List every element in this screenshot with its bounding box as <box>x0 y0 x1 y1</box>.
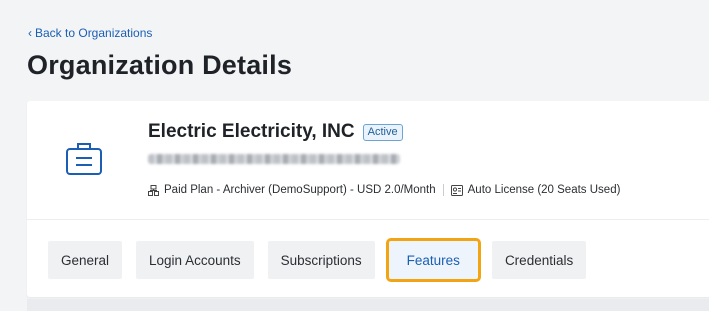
page: ‹ Back to Organizations Organization Det… <box>0 0 709 311</box>
organization-card: Electric Electricity, INC Active Paid Pl… <box>27 101 709 297</box>
license-label: Auto License (20 Seats Used) <box>467 184 621 196</box>
status-badge: Active <box>362 123 403 141</box>
tab-features[interactable]: Features <box>385 238 481 282</box>
tab-subscriptions[interactable]: Subscriptions <box>267 241 375 279</box>
organization-name: Electric Electricity, INC <box>148 121 355 142</box>
chevron-left-icon: ‹ <box>28 26 32 40</box>
organization-header: Electric Electricity, INC Active <box>148 121 403 143</box>
meta-divider <box>442 184 444 196</box>
back-link-label: Back to Organizations <box>35 26 153 40</box>
organization-tabs: General Login Accounts Subscriptions Fea… <box>48 238 587 282</box>
plan-icon <box>148 184 159 196</box>
organization-meta: Paid Plan - Archiver (DemoSupport) - USD… <box>148 184 620 196</box>
plan-label: Paid Plan - Archiver (DemoSupport) - USD… <box>164 184 436 196</box>
content-panel-edge <box>27 299 709 311</box>
back-to-organizations-link[interactable]: ‹ Back to Organizations <box>28 26 152 40</box>
page-title: Organization Details <box>27 50 293 80</box>
redacted-contact-info <box>148 154 400 164</box>
card-divider <box>27 219 709 220</box>
tab-credentials[interactable]: Credentials <box>491 241 587 279</box>
plan-info: Paid Plan - Archiver (DemoSupport) - USD… <box>148 184 436 196</box>
tab-general[interactable]: General <box>48 241 123 279</box>
tab-login-accounts[interactable]: Login Accounts <box>136 241 254 279</box>
license-info: Auto License (20 Seats Used) <box>450 184 621 196</box>
briefcase-icon <box>66 143 102 175</box>
license-icon <box>450 184 463 196</box>
